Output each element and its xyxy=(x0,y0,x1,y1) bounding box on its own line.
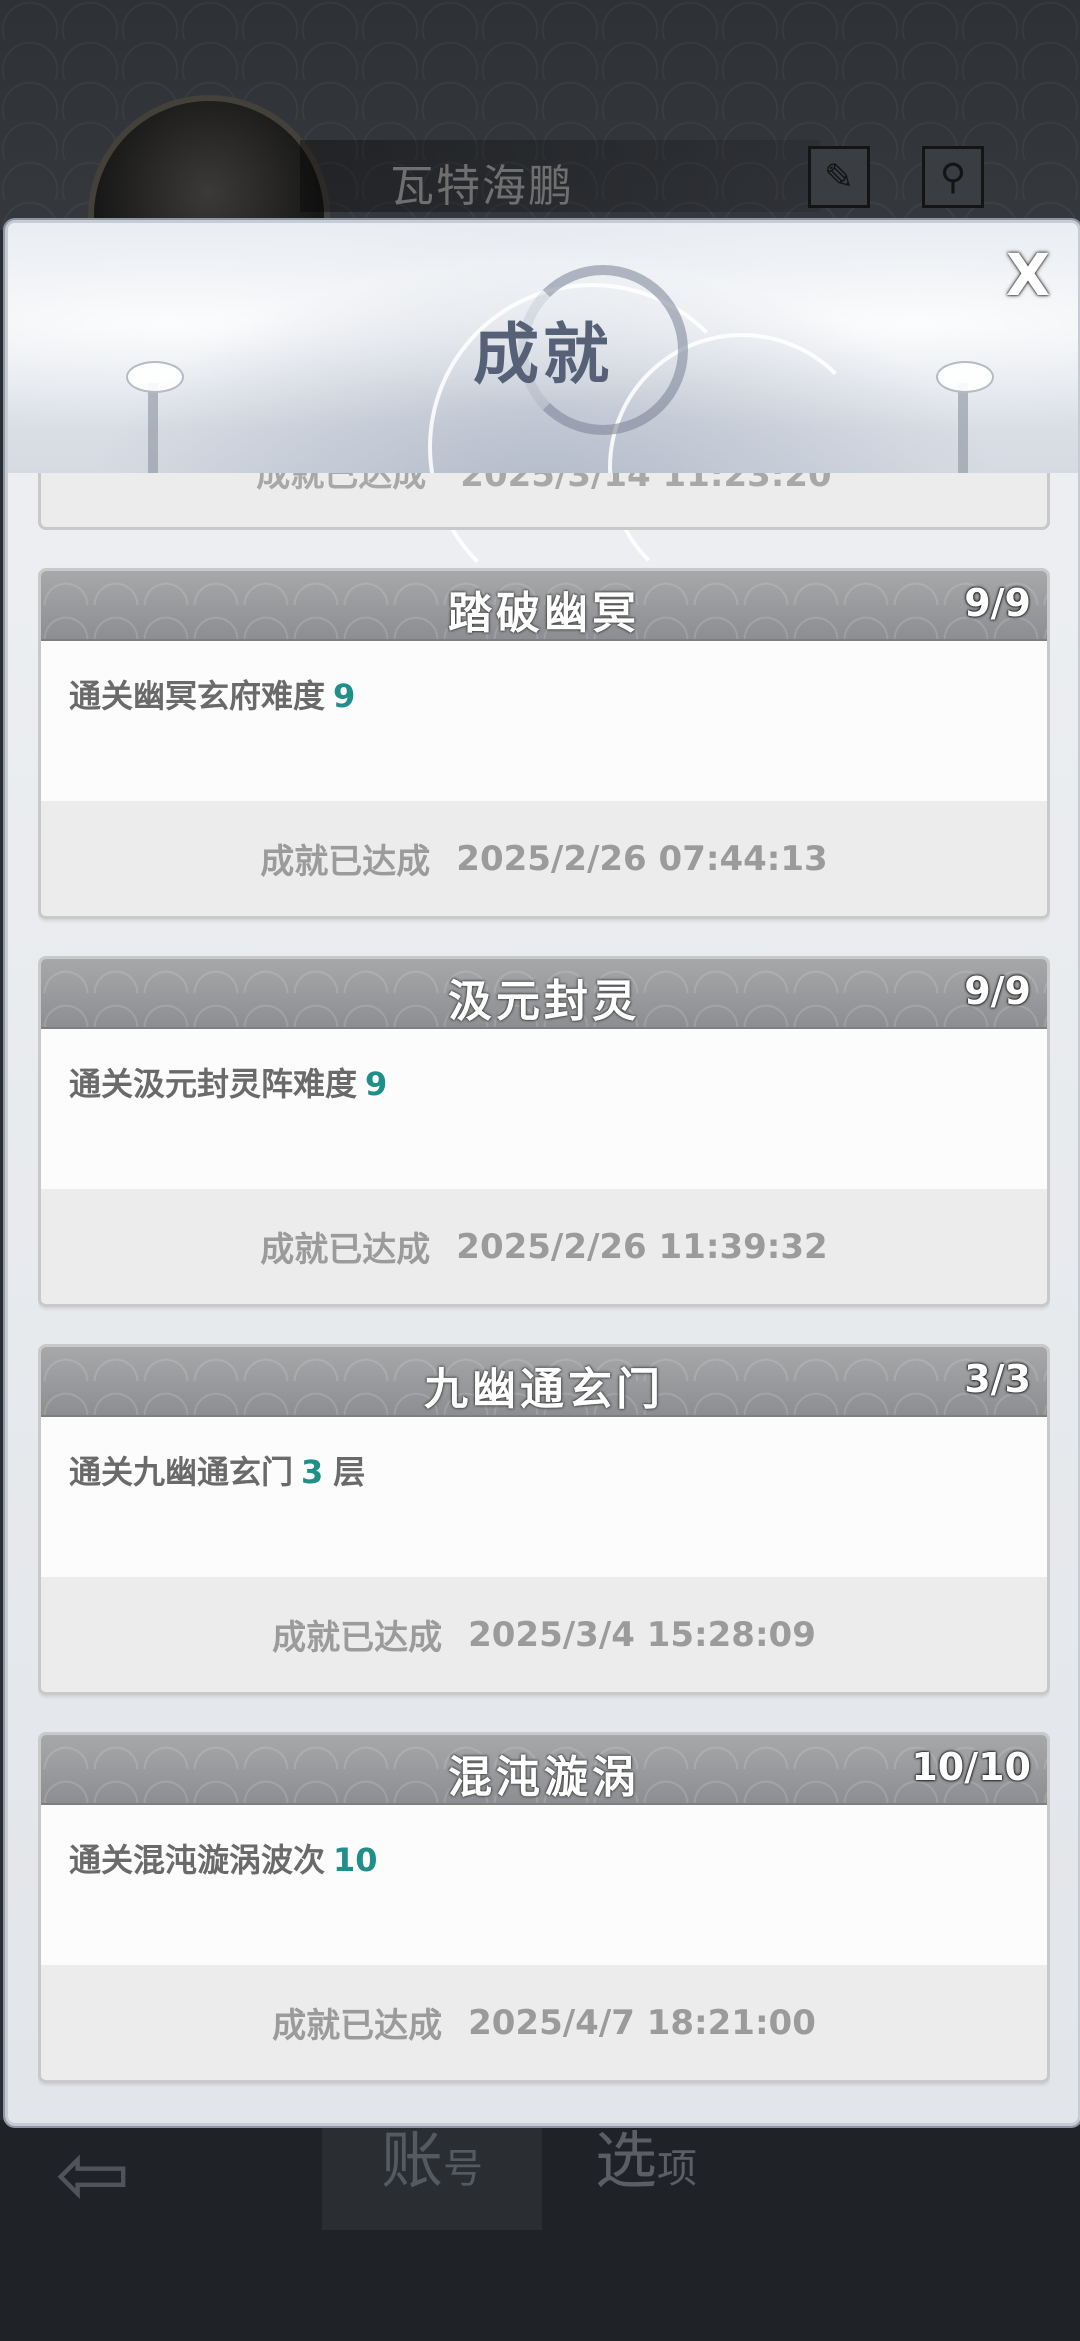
card-description: 通关混沌漩涡波次 10 xyxy=(41,1805,1047,1965)
card-desc-text: 通关幽冥玄府难度 xyxy=(69,677,326,715)
card-header: 汲元封灵 9/9 xyxy=(41,959,1047,1029)
close-icon[interactable]: X xyxy=(998,241,1058,309)
player-name: 瓦特海鹏 xyxy=(390,161,574,212)
partial-status: 成就已达成 2025/3/14 11:23:20 xyxy=(256,473,832,495)
achievements-modal: 成就 X 成就已达成 2025/3/14 11:23:20 踏破幽冥 9/9 通… xyxy=(5,220,1080,2126)
card-title: 踏破幽冥 xyxy=(448,588,640,639)
card-date: 2025/2/26 07:44:13 xyxy=(456,838,828,879)
card-progress: 9/9 xyxy=(964,581,1031,625)
brush-icon[interactable]: ✎ xyxy=(808,146,870,208)
card-status: 成就已达成 xyxy=(260,1230,431,1270)
key-icon[interactable]: ⚲ xyxy=(922,146,984,208)
card-status: 成就已达成 xyxy=(260,842,431,882)
card-desc-text: 通关混沌漩涡波次 xyxy=(69,1841,326,1879)
card-footer: 成就已达成 2025/2/26 11:39:32 xyxy=(41,1189,1047,1304)
card-progress: 3/3 xyxy=(964,1357,1031,1401)
card-desc-value: 3 xyxy=(301,1453,324,1491)
list-item: 汲元封灵 9/9 通关汲元封灵阵难度 9 成就已达成 2025/2/26 11:39… xyxy=(38,956,1050,1307)
card-desc-value: 10 xyxy=(333,1841,378,1879)
card-desc-value: 9 xyxy=(365,1065,388,1103)
achievement-list[interactable]: 成就已达成 2025/3/14 11:23:20 踏破幽冥 9/9 通关幽冥玄府… xyxy=(38,473,1050,2113)
card-description: 通关汲元封灵阵难度 9 xyxy=(41,1029,1047,1189)
card-title: 汲元封灵 xyxy=(448,976,640,1027)
tab-options-main: 选 xyxy=(595,2124,658,2197)
list-item: 踏破幽冥 9/9 通关幽冥玄府难度 9 成就已达成 2025/2/26 07:44:… xyxy=(38,568,1050,919)
tab-account-sub: 号 xyxy=(443,2146,483,2192)
list-item: 成就已达成 2025/3/14 11:23:20 xyxy=(38,473,1050,530)
card-title: 混沌漩涡 xyxy=(448,1752,640,1803)
card-footer: 成就已达成 2025/3/4 15:28:09 xyxy=(41,1577,1047,1692)
card-date: 2025/4/7 18:21:00 xyxy=(468,2002,816,2043)
list-item: 九幽通玄门 3/3 通关九幽通玄门 3 层 成就已达成 2025/3/4 15:28:… xyxy=(38,1344,1050,1695)
tab-account-main: 账 xyxy=(380,2124,443,2197)
card-header: 九幽通玄门 3/3 xyxy=(41,1347,1047,1417)
card-date: 2025/2/26 11:39:32 xyxy=(456,1226,828,1267)
card-desc-value: 9 xyxy=(333,677,356,715)
list-item: 混沌漩涡 10/10 通关混沌漩涡波次 10 成就已达成 2025/4/7 18:2… xyxy=(38,1732,1050,2083)
card-desc-text: 通关九幽通玄门 xyxy=(69,1453,294,1491)
card-desc-text: 通关汲元封灵阵难度 xyxy=(69,1065,358,1103)
card-header: 混沌漩涡 10/10 xyxy=(41,1735,1047,1805)
card-progress: 10/10 xyxy=(911,1745,1031,1789)
card-description: 通关幽冥玄府难度 9 xyxy=(41,641,1047,801)
tab-options-sub: 项 xyxy=(657,2146,698,2192)
card-description: 通关九幽通玄门 3 层 xyxy=(41,1417,1047,1577)
card-status: 成就已达成 xyxy=(272,2006,443,2046)
modal-header: 成就 X xyxy=(8,223,1078,611)
back-arrow-icon[interactable]: ⇦ xyxy=(55,2130,185,2220)
card-progress: 9/9 xyxy=(964,969,1031,1013)
modal-title: 成就 xyxy=(473,315,613,393)
card-header: 踏破幽冥 9/9 xyxy=(41,571,1047,641)
card-date: 2025/3/4 15:28:09 xyxy=(468,1614,816,1655)
card-desc-unit: 层 xyxy=(333,1453,366,1491)
card-title: 九幽通玄门 xyxy=(424,1364,664,1415)
card-status: 成就已达成 xyxy=(272,1618,443,1658)
card-footer: 成就已达成 2025/2/26 07:44:13 xyxy=(41,801,1047,916)
tab-account[interactable]: 账号 xyxy=(322,2110,542,2230)
card-footer: 成就已达成 2025/4/7 18:21:00 xyxy=(41,1965,1047,2080)
